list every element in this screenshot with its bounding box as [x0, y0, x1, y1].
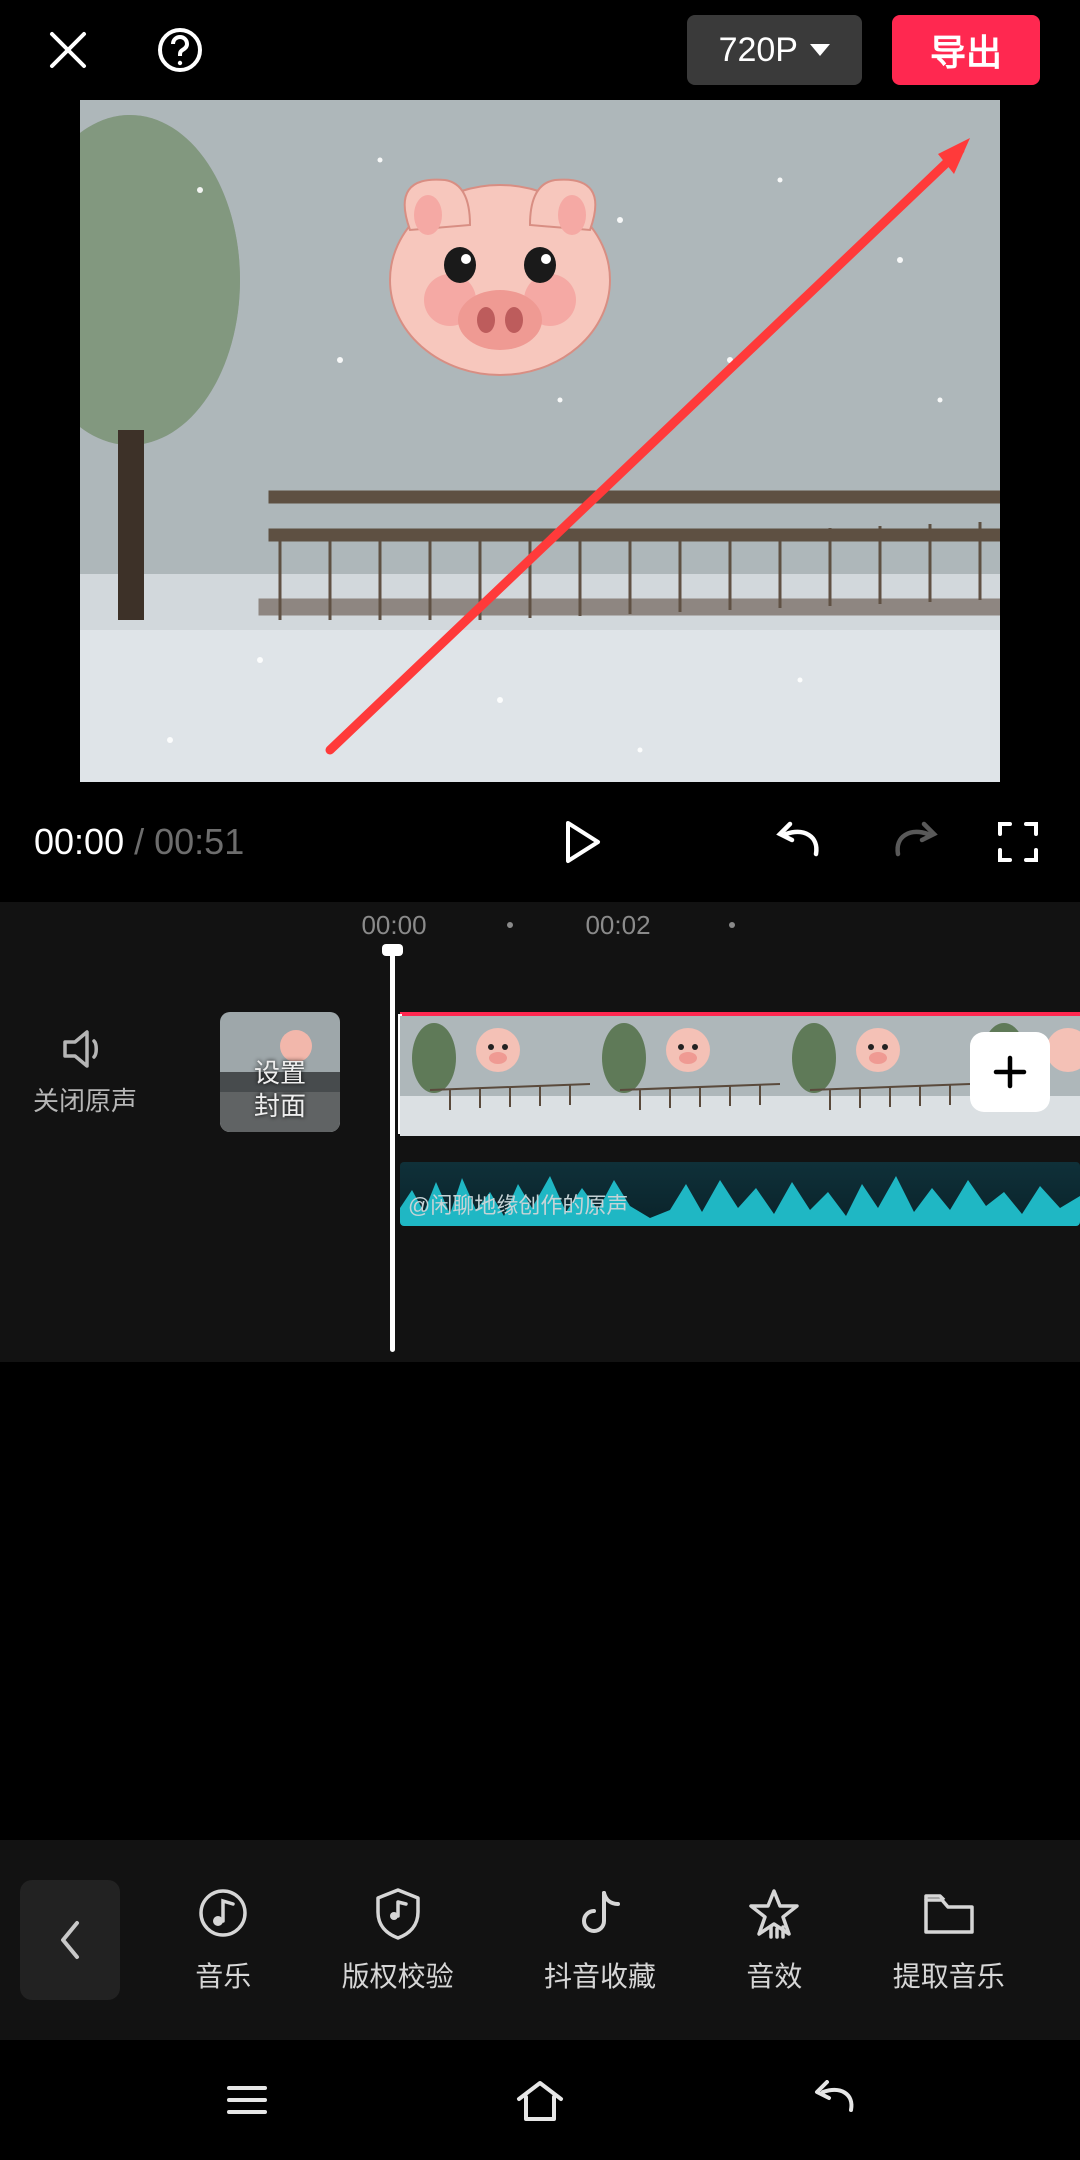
timeline-ruler: 00:00 00:02: [0, 902, 1080, 946]
add-clip-button[interactable]: [970, 1032, 1050, 1112]
star-icon: [746, 1885, 802, 1941]
preview-frame: [80, 100, 1000, 782]
export-button[interactable]: 导出: [892, 15, 1040, 85]
mute-original-audio[interactable]: 关闭原声: [0, 1027, 170, 1118]
playhead[interactable]: [390, 952, 395, 1352]
audio-track-label: @闲聊地缘创作的原声: [408, 1188, 628, 1220]
resolution-label: 720P: [719, 31, 798, 70]
export-label: 导出: [930, 24, 1002, 76]
pig-sticker: [390, 180, 610, 375]
music-note-icon: [195, 1885, 251, 1941]
system-navbar: [0, 2040, 1080, 2160]
nav-home-icon[interactable]: [512, 2072, 568, 2128]
time-display: 00:00 / 00:51: [34, 821, 244, 863]
video-preview[interactable]: [80, 100, 1000, 782]
back-button[interactable]: [20, 1880, 120, 2000]
redo-button[interactable]: [888, 814, 944, 870]
tool-douyin-favorites[interactable]: 抖音收藏: [544, 1885, 656, 1995]
current-time: 00:00: [34, 821, 124, 862]
tool-extract-music[interactable]: 提取音乐: [893, 1885, 1005, 1995]
resolution-selector[interactable]: 720P: [687, 15, 862, 85]
shield-icon: [370, 1885, 426, 1941]
bottom-toolbar: 音乐 版权校验 抖音收藏: [0, 1840, 1080, 2040]
fullscreen-button[interactable]: [990, 814, 1046, 870]
play-button[interactable]: [554, 814, 610, 870]
audio-track[interactable]: @闲聊地缘创作的原声: [400, 1162, 1080, 1226]
tool-music[interactable]: 音乐: [195, 1885, 251, 1995]
set-cover-button[interactable]: 设置 封面: [220, 1012, 340, 1132]
tool-sound-effects[interactable]: 音效: [746, 1885, 802, 1995]
close-icon[interactable]: [40, 22, 96, 78]
mute-label: 关闭原声: [33, 1081, 137, 1118]
douyin-icon: [572, 1885, 628, 1941]
undo-button[interactable]: [770, 814, 826, 870]
folder-icon: [921, 1885, 977, 1941]
timeline[interactable]: 00:00 00:02 关闭原声 设置 封面: [0, 902, 1080, 1362]
chevron-down-icon: [810, 44, 830, 56]
nav-recent-icon[interactable]: [219, 2072, 275, 2128]
total-duration: 00:51: [154, 821, 244, 862]
tool-copyright[interactable]: 版权校验: [342, 1885, 454, 1995]
help-icon[interactable]: [152, 22, 208, 78]
nav-back-icon[interactable]: [805, 2072, 861, 2128]
